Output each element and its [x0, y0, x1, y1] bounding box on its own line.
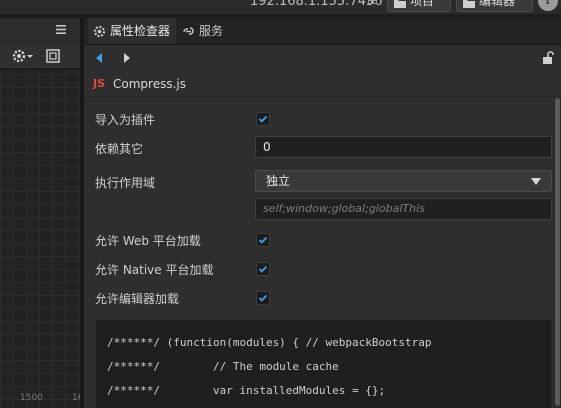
chevron-down-icon	[531, 178, 541, 185]
folder-icon	[463, 0, 475, 8]
server-address[interactable]: 192.168.1.155:7456	[250, 0, 383, 9]
allow-web-checkbox[interactable]	[256, 233, 270, 247]
globals-input[interactable]: self;window;global;globalThis	[255, 198, 552, 220]
cloud-link-icon	[183, 27, 194, 35]
code-line: /******/ // The module cache	[107, 360, 339, 373]
code-preview[interactable]: /******/ (function(modules) { // webpack…	[95, 319, 552, 408]
scene-tabbar	[0, 18, 80, 44]
unlock-icon[interactable]	[542, 51, 554, 64]
allow-native-checkbox[interactable]	[256, 262, 270, 276]
code-line: /******/ (function(modules) { // webpack…	[107, 336, 432, 349]
inspector-panel: 属性检查器 服务 JS Compress.js 导入为插件 依赖其它 0 执行作…	[84, 18, 561, 408]
scrollbar-thumb[interactable]	[555, 98, 560, 406]
depends-on-input[interactable]: 0	[255, 136, 552, 158]
allow-editor-label: 允许编辑器加载	[95, 292, 180, 306]
checkmark-icon	[258, 294, 268, 302]
execution-scope-value: 独立	[266, 174, 291, 188]
menu-icon[interactable]	[56, 25, 66, 34]
asset-header: JS Compress.js	[84, 72, 554, 97]
scene-toolbar	[0, 44, 80, 69]
top-toolbar: 192.168.1.155:7456 项目 编辑器 ?	[0, 0, 561, 14]
project-button-label: 项目	[410, 0, 435, 8]
scene-panel: 1500 16	[0, 18, 83, 408]
qr-code-icon[interactable]	[368, 0, 377, 6]
tab-inspector[interactable]: 属性检查器	[88, 18, 176, 44]
allow-editor-checkbox[interactable]	[256, 291, 270, 305]
editor-window: 192.168.1.155:7456 项目 编辑器 ? 1500 16 属性检查…	[0, 0, 561, 408]
checkmark-icon	[258, 236, 268, 244]
import-as-plugin-checkbox[interactable]	[256, 112, 270, 126]
arrow-right-icon[interactable]	[122, 52, 132, 64]
allow-web-label: 允许 Web 平台加载	[95, 234, 201, 248]
ruler-label: 1500	[20, 393, 43, 403]
checkmark-icon	[258, 115, 268, 123]
inspector-tabbar: 属性检查器 服务	[84, 18, 561, 45]
gear-icon	[93, 25, 106, 38]
editor-button-label: 编辑器	[479, 0, 516, 8]
execution-scope-label: 执行作用域	[95, 176, 156, 190]
editor-button[interactable]: 编辑器	[456, 0, 533, 12]
depends-on-label: 依赖其它	[95, 142, 144, 156]
history-navbar	[84, 45, 561, 71]
project-button[interactable]: 项目	[387, 0, 451, 12]
folder-icon	[394, 0, 406, 8]
arrow-left-icon[interactable]	[94, 52, 104, 64]
inspector-properties: 导入为插件 依赖其它 0 执行作用域 独立 self;window;global…	[84, 97, 554, 408]
checkmark-icon	[258, 265, 268, 273]
inspector-scrollbar[interactable]	[554, 96, 561, 408]
scene-grid[interactable]	[0, 69, 80, 408]
help-icon[interactable]: ?	[538, 0, 558, 11]
import-as-plugin-label: 导入为插件	[95, 113, 156, 127]
js-file-icon: JS	[93, 77, 106, 90]
tab-services[interactable]: 服务	[177, 18, 229, 44]
execution-scope-select[interactable]: 独立	[255, 170, 552, 192]
gear-dropdown-icon[interactable]	[12, 48, 34, 64]
tab-inspector-label: 属性检查器	[110, 24, 171, 38]
allow-native-label: 允许 Native 平台加载	[95, 263, 214, 277]
tab-services-label: 服务	[199, 24, 224, 38]
code-line: /******/ var installedModules = {};	[107, 384, 386, 397]
layout-icon[interactable]	[46, 49, 60, 63]
asset-filename: Compress.js	[113, 77, 186, 91]
